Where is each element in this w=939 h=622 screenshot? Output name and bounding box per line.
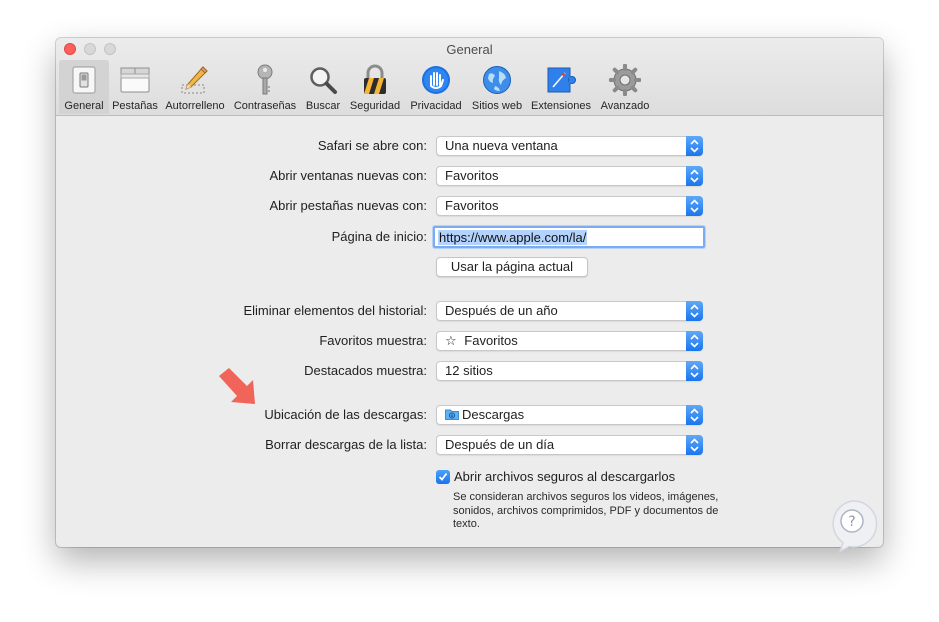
- tab-sitios-web[interactable]: Sitios web: [468, 60, 526, 114]
- favorites-shows-select[interactable]: ☆ Favoritos: [436, 331, 703, 351]
- download-location-label: Ubicación de las descargas:: [264, 407, 427, 422]
- hand-icon: [420, 64, 452, 96]
- annotation-arrow-icon: [219, 368, 255, 404]
- remove-downloads-select[interactable]: Después de un día: [436, 435, 703, 455]
- pencil-icon: [179, 64, 211, 96]
- select-value: Una nueva ventana: [445, 138, 558, 153]
- tab-label: General: [64, 100, 104, 112]
- tab-seguridad[interactable]: Seguridad: [346, 60, 404, 114]
- updown-arrows-icon: [686, 361, 703, 381]
- top-sites-label: Destacados muestra:: [304, 363, 427, 378]
- tab-buscar[interactable]: Buscar: [301, 60, 345, 114]
- key-icon: [249, 64, 281, 96]
- homepage-value: https://www.apple.com/la/: [438, 230, 588, 245]
- use-current-page-button[interactable]: Usar la página actual: [436, 257, 588, 277]
- homepage-label: Página de inicio:: [331, 229, 427, 244]
- top-sites-select[interactable]: 12 sitios: [436, 361, 703, 381]
- tab-autorrelleno[interactable]: Autorrelleno: [161, 60, 229, 114]
- select-value: 12 sitios: [445, 363, 493, 378]
- opens-with-label: Safari se abre con:: [317, 138, 427, 153]
- updown-arrows-icon: [686, 405, 703, 425]
- tab-label: Contraseñas: [233, 100, 297, 112]
- select-value: Después de un día: [445, 437, 555, 452]
- tab-label: Privacidad: [410, 100, 462, 112]
- opens-with-select[interactable]: Una nueva ventana: [436, 136, 703, 156]
- remove-history-select[interactable]: Después de un año: [436, 301, 703, 321]
- select-value: Favoritos: [445, 198, 499, 213]
- new-windows-select[interactable]: Favoritos: [436, 166, 703, 186]
- new-tabs-label: Abrir pestañas nuevas con:: [269, 198, 427, 213]
- tab-label: Avanzado: [600, 100, 650, 112]
- gear-icon: [609, 64, 641, 96]
- updown-arrows-icon: [686, 136, 703, 156]
- puzzle-icon: [545, 64, 577, 96]
- downloads-folder-icon: [445, 409, 459, 420]
- help-watermark-icon: ?: [832, 500, 878, 554]
- safari-preferences-window: General General Pestañas Autorrelleno Co…: [56, 38, 883, 547]
- tab-label: Sitios web: [471, 100, 523, 112]
- select-value: Descargas: [462, 407, 525, 422]
- tab-general[interactable]: General: [59, 60, 109, 114]
- tab-label: Buscar: [305, 100, 341, 112]
- tab-label: Extensiones: [531, 100, 591, 112]
- updown-arrows-icon: [686, 435, 703, 455]
- tab-label: Seguridad: [349, 100, 401, 112]
- magnifier-icon: [307, 64, 339, 96]
- tab-avanzado[interactable]: Avanzado: [596, 60, 654, 114]
- select-value: Favoritos: [445, 168, 499, 183]
- tab-label: Autorrelleno: [165, 100, 225, 112]
- updown-arrows-icon: [686, 331, 703, 351]
- titlebar: General General Pestañas Autorrelleno Co…: [56, 38, 883, 116]
- open-safe-files-checkbox[interactable]: [436, 470, 450, 484]
- tab-privacidad[interactable]: Privacidad: [405, 60, 467, 114]
- select-value: Favoritos: [464, 333, 518, 348]
- preferences-toolbar: General Pestañas Autorrelleno Contraseña…: [59, 60, 655, 114]
- updown-arrows-icon: [686, 166, 703, 186]
- remove-history-label: Eliminar elementos del historial:: [243, 303, 427, 318]
- favorites-shows-label: Favoritos muestra:: [319, 333, 427, 348]
- window-title: General: [446, 42, 493, 57]
- safe-files-note: Se consideran archivos seguros los video…: [453, 491, 719, 530]
- new-windows-label: Abrir ventanas nuevas con:: [269, 168, 427, 183]
- tab-label: Pestañas: [112, 100, 158, 112]
- homepage-input[interactable]: https://www.apple.com/la/: [433, 226, 705, 248]
- tab-pestanas[interactable]: Pestañas: [110, 60, 160, 114]
- svg-text:?: ?: [848, 514, 855, 530]
- star-icon: ☆: [445, 333, 457, 348]
- tab-contrasenas[interactable]: Contraseñas: [230, 60, 300, 114]
- tabs-window-icon: [119, 64, 151, 96]
- globe-icon: [481, 64, 513, 96]
- padlock-icon: [359, 64, 391, 96]
- open-safe-files-label[interactable]: Abrir archivos seguros al descargarlos: [454, 469, 675, 484]
- download-location-select[interactable]: Descargas: [436, 405, 703, 425]
- updown-arrows-icon: [686, 301, 703, 321]
- select-value: Después de un año: [445, 303, 558, 318]
- new-tabs-select[interactable]: Favoritos: [436, 196, 703, 216]
- remove-downloads-label: Borrar descargas de la lista:: [265, 437, 427, 452]
- general-switch-icon: [68, 64, 100, 96]
- tab-extensiones[interactable]: Extensiones: [527, 60, 595, 114]
- updown-arrows-icon: [686, 196, 703, 216]
- checkmark-icon: [438, 472, 448, 481]
